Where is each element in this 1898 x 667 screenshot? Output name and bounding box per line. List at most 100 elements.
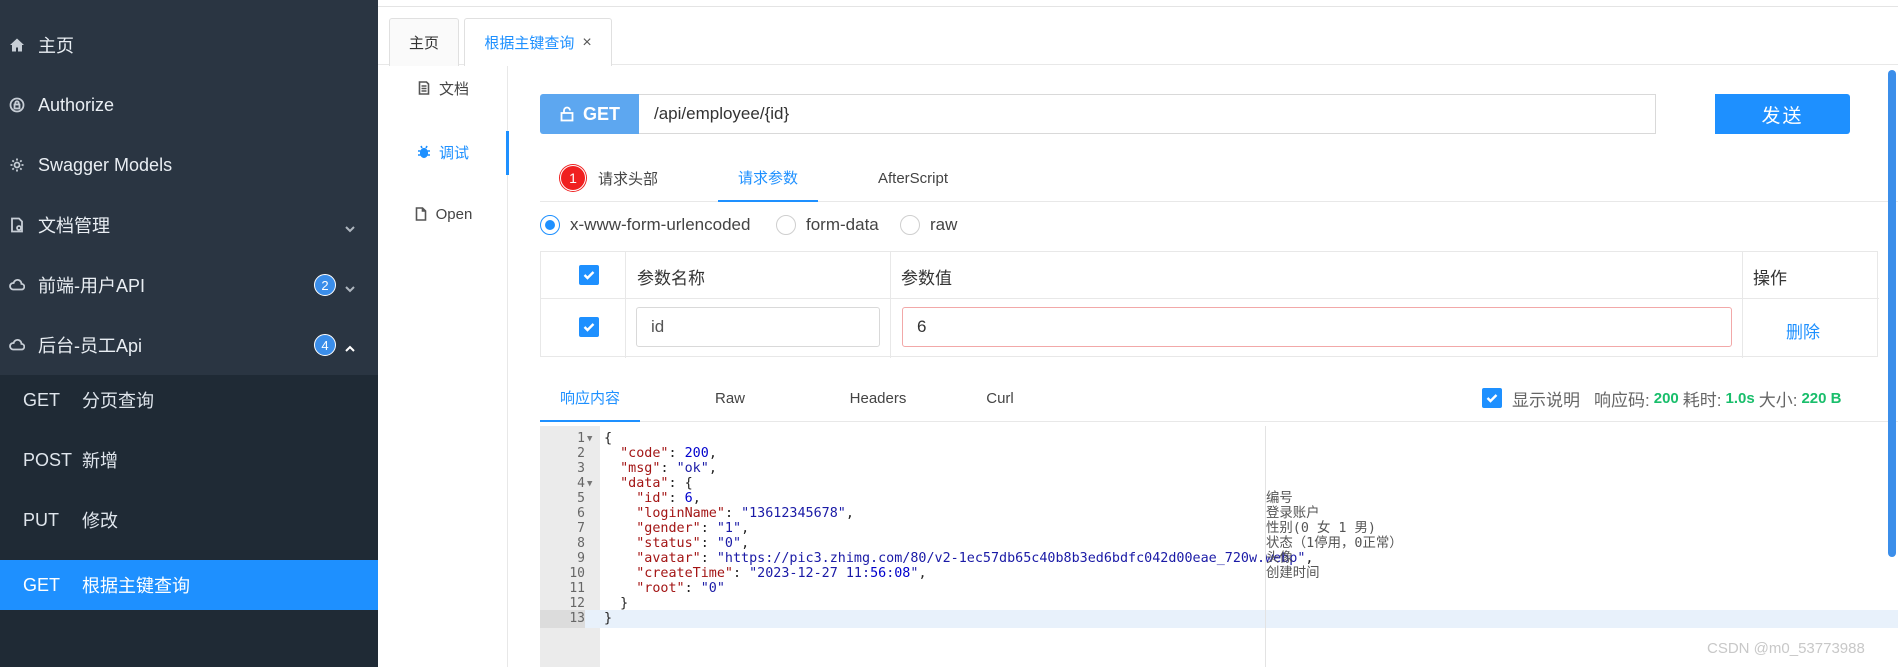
column-header-value: 参数值: [901, 269, 952, 288]
submenu: GET 分页查询 POST 新增 PUT 修改 GET 根据主键查询: [0, 375, 378, 667]
home-icon: [8, 36, 26, 54]
param-name-input[interactable]: [636, 307, 880, 347]
sidebar-item-doc-management[interactable]: 文档管理: [0, 201, 378, 249]
tab-label: 响应内容: [559, 389, 620, 407]
tab-label: 调试: [438, 144, 469, 162]
method-tag: GET: [540, 94, 639, 134]
tab-request-headers[interactable]: 1 请求头部: [560, 154, 658, 202]
page-tabs: 主页 根据主键查询 ×: [378, 7, 1898, 66]
tab-debug[interactable]: 调试: [378, 132, 508, 172]
error-badge: 1: [560, 165, 586, 191]
cloud-icon: [8, 336, 26, 354]
divider: [1742, 252, 1743, 358]
gear-icon: [8, 156, 26, 174]
status-code-label: 响应码:: [1594, 390, 1650, 410]
url-input[interactable]: [639, 94, 1656, 134]
size-value: 220 B: [1801, 389, 1842, 407]
sidebar: 主页 Authorize Swagger Models 文档管理 前端-用户AP…: [0, 0, 378, 667]
line-number: 13: [540, 610, 585, 628]
radio-raw[interactable]: raw: [900, 215, 957, 235]
method-label: GET: [582, 103, 620, 124]
check-icon: [1486, 394, 1498, 403]
bug-icon: [417, 145, 430, 159]
sidebar-item-label: Authorize: [38, 94, 115, 115]
tab-label: 文档: [438, 80, 469, 98]
row-checkbox[interactable]: [579, 317, 599, 337]
radio-form-data[interactable]: form-data: [776, 215, 879, 235]
submenu-item-edit[interactable]: PUT 修改: [0, 495, 378, 545]
tab-label: 根据主键查询: [484, 35, 575, 52]
vertical-scrollbar[interactable]: [1888, 70, 1896, 557]
divider: [625, 252, 626, 358]
sidebar-item-swagger-models[interactable]: Swagger Models: [0, 141, 378, 189]
delete-param-link[interactable]: 删除: [1786, 318, 1820, 343]
code-line: 13}: [540, 610, 1898, 628]
sidebar-item-label: 后台-员工Api: [38, 336, 143, 356]
tab-afterscript[interactable]: AfterScript: [878, 154, 948, 202]
sidebar-item-label: Swagger Models: [38, 154, 173, 175]
tab-response-content[interactable]: 响应内容: [540, 374, 640, 422]
time-value: 1.0s: [1725, 389, 1755, 407]
tab-open[interactable]: Open: [378, 194, 508, 234]
close-icon[interactable]: ×: [582, 34, 591, 52]
response-meta: 显示说明 响应码: 200 耗时: 1.0s 大小: 220 B: [1482, 385, 1845, 411]
tab-response-raw[interactable]: Raw: [690, 374, 770, 422]
http-method: GET: [23, 574, 61, 595]
watermark: CSDN @m0_53773988: [1707, 640, 1865, 657]
request-tabs: 1 请求头部 请求参数 AfterScript: [540, 154, 1898, 202]
show-description-checkbox[interactable]: [1482, 388, 1502, 408]
http-method: POST: [23, 449, 73, 470]
sidebar-item-backend-employee-api[interactable]: 后台-员工Api 4: [0, 321, 378, 369]
tab-label: 主页: [408, 35, 439, 52]
tab-document[interactable]: 文档: [378, 68, 508, 108]
submenu-item-page-query[interactable]: GET 分页查询: [0, 375, 378, 425]
param-value-input[interactable]: [902, 307, 1732, 347]
sidebar-item-label: 主页: [38, 36, 74, 56]
radio-label: form-data: [806, 215, 879, 234]
cloud-icon: [8, 276, 26, 294]
file-icon: [415, 207, 426, 221]
radio-circle: [540, 215, 560, 235]
http-method: PUT: [23, 509, 59, 530]
radio-x-www-form-urlencoded[interactable]: x-www-form-urlencoded: [540, 215, 750, 235]
request-bar: GET 发送: [540, 94, 1850, 134]
divider: [1265, 426, 1266, 667]
tab-label: Open: [435, 205, 473, 223]
chevron-up-icon: [344, 339, 356, 352]
tab-get-by-id[interactable]: 根据主键查询 ×: [464, 18, 612, 66]
submenu-item-get-by-id[interactable]: GET 根据主键查询: [0, 560, 378, 610]
sidebar-item-frontend-user-api[interactable]: 前端-用户API 2: [0, 261, 378, 309]
vertical-tabs: 文档 调试 Open: [378, 66, 508, 667]
column-header-action: 操作: [1753, 269, 1787, 288]
response-editor[interactable]: 1 ▼{2 "code": 200, 3 "msg": "ok", 4 ▼ "data"…: [540, 426, 1898, 667]
http-method: GET: [23, 389, 61, 410]
sidebar-item-label: 文档管理: [38, 216, 110, 236]
tab-label: Headers: [849, 389, 907, 407]
submenu-item-label: 修改: [82, 511, 118, 531]
radio-circle: [776, 215, 796, 235]
submenu-item-label: 新增: [82, 451, 118, 471]
radio-label: raw: [930, 215, 958, 234]
select-all-checkbox[interactable]: [579, 265, 599, 285]
tab-request-params[interactable]: 请求参数: [718, 154, 818, 202]
count-badge: 2: [314, 274, 336, 296]
tab-label: 请求参数: [737, 169, 798, 187]
unlock-icon: [560, 106, 574, 122]
sidebar-item-home[interactable]: 主页: [0, 21, 378, 69]
status-code-value: 200: [1653, 389, 1679, 407]
checkbox: [579, 265, 599, 285]
submenu-item-add[interactable]: POST 新增: [0, 435, 378, 485]
column-header-name: 参数名称: [637, 269, 705, 288]
tab-response-curl[interactable]: Curl: [930, 374, 1070, 422]
tab-home[interactable]: 主页: [389, 18, 459, 66]
divider: [541, 298, 1879, 299]
submenu-item-label: 根据主键查询: [82, 576, 190, 596]
sidebar-item-authorize[interactable]: Authorize: [0, 81, 378, 129]
count-badge: 4: [314, 334, 336, 356]
tab-label: Curl: [986, 389, 1014, 407]
time-label: 耗时:: [1682, 390, 1722, 410]
send-button[interactable]: 发送: [1715, 94, 1850, 134]
radio-circle: [900, 215, 920, 235]
delete-label: 删除: [1786, 323, 1820, 342]
sidebar-item-label: 前端-用户API: [38, 276, 146, 296]
